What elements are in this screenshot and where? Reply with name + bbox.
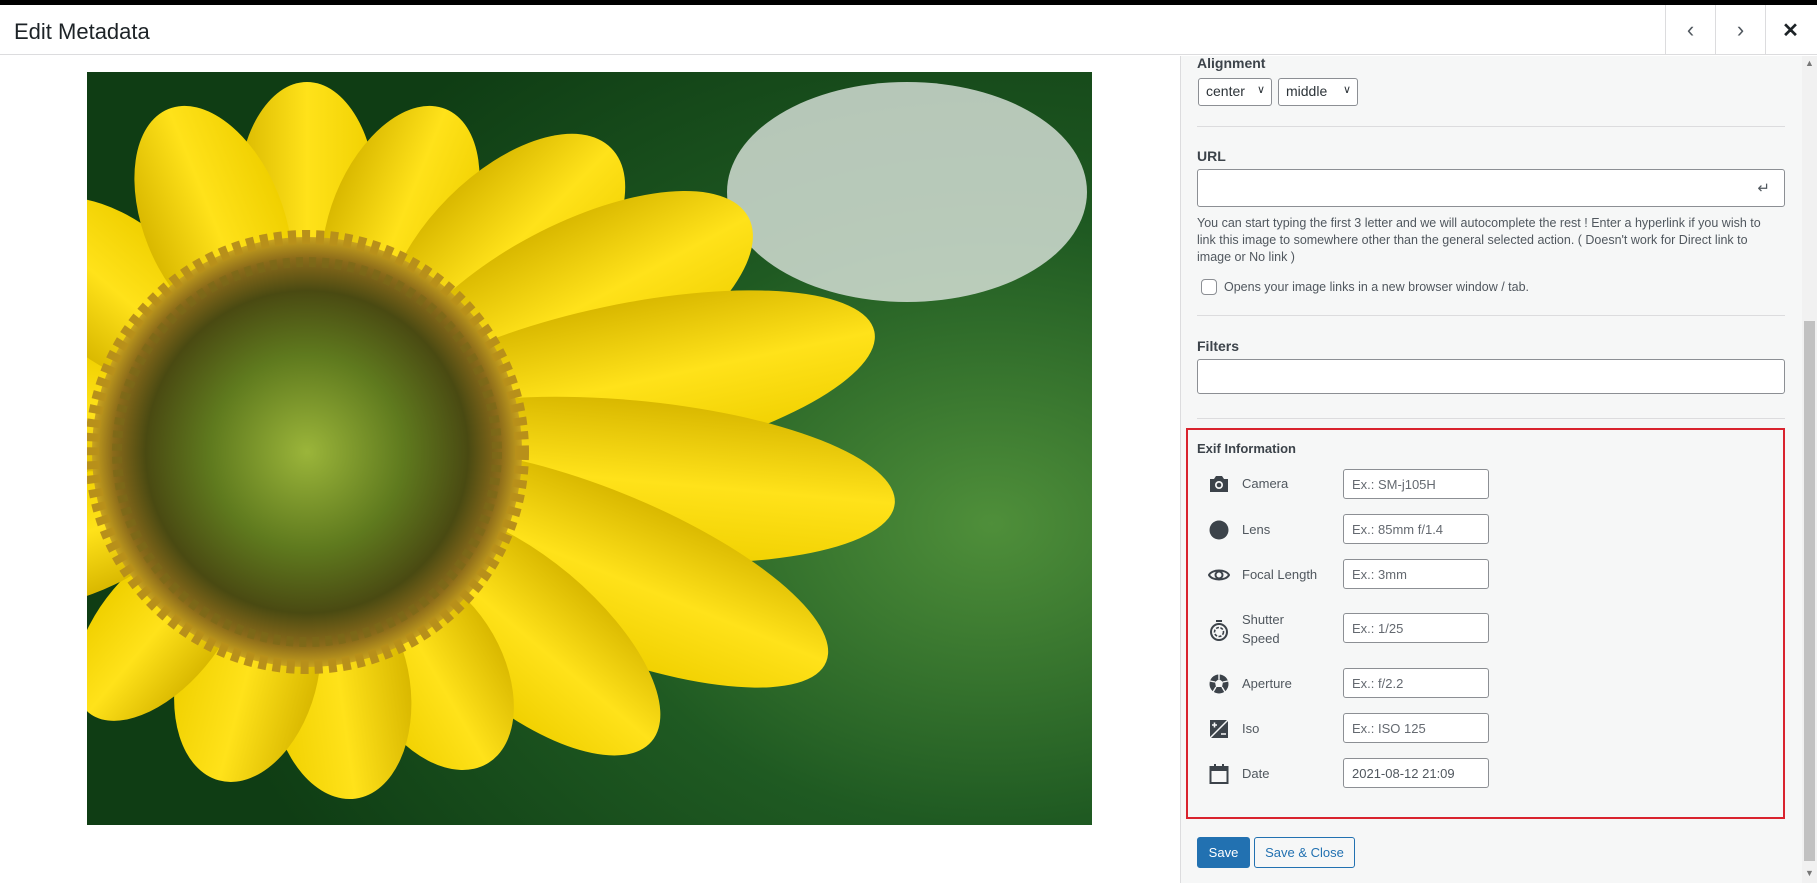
sunflower-image <box>87 72 1092 825</box>
exposure-icon <box>1209 719 1229 739</box>
aperture-input[interactable]: Ex.: f/2.2 <box>1343 668 1489 698</box>
url-input[interactable]: ↵ <box>1197 169 1785 207</box>
scroll-down-icon[interactable]: ▼ <box>1805 868 1814 878</box>
lens-icon <box>1209 520 1229 540</box>
scroll-up-icon[interactable]: ▲ <box>1805 58 1814 68</box>
chevron-right-icon: › <box>1736 17 1745 42</box>
date-label: Date <box>1242 766 1270 781</box>
iso-input[interactable]: Ex.: ISO 125 <box>1343 713 1489 743</box>
vertical-alignment-select[interactable]: middle ∨ <box>1278 78 1358 106</box>
scrollbar[interactable]: ▲ ▼ <box>1802 56 1817 883</box>
date-input[interactable]: 2021-08-12 21:09 <box>1343 758 1489 788</box>
camera-input[interactable]: Ex.: SM-j105H <box>1343 469 1489 499</box>
divider <box>1197 315 1785 316</box>
lens-placeholder: Ex.: 85mm f/1.4 <box>1352 521 1444 537</box>
enter-icon: ↵ <box>1757 180 1770 197</box>
divider <box>1197 126 1785 127</box>
aperture-icon <box>1209 674 1229 694</box>
stopwatch-icon <box>1210 620 1228 641</box>
save-and-close-button[interactable]: Save & Close <box>1254 837 1355 868</box>
chevron-down-icon: ∨ <box>1342 84 1351 96</box>
chevron-left-icon: ‹ <box>1686 17 1695 42</box>
horizontal-alignment-select[interactable]: center ∨ <box>1198 78 1272 106</box>
page-title: Edit Metadata <box>14 19 150 44</box>
aperture-placeholder: Ex.: f/2.2 <box>1352 675 1404 691</box>
alignment-label: Alignment <box>1197 55 1266 71</box>
image-preview <box>87 72 1092 825</box>
eye-icon <box>1208 569 1230 581</box>
new-window-label: Opens your image links in a new browser … <box>1224 280 1530 294</box>
focal-length-placeholder: Ex.: 3mm <box>1352 566 1407 582</box>
lens-label: Lens <box>1242 522 1271 537</box>
date-value: 2021-08-12 21:09 <box>1352 765 1455 781</box>
previous-button[interactable]: ‹ <box>1665 5 1715 55</box>
lens-input[interactable]: Ex.: 85mm f/1.4 <box>1343 514 1489 544</box>
camera-placeholder: Ex.: SM-j105H <box>1352 476 1436 492</box>
url-help-text: You can start typing the first 3 letter … <box>1197 216 1761 264</box>
shutter-speed-input[interactable]: Ex.: 1/25 <box>1343 613 1489 643</box>
divider <box>1197 418 1785 419</box>
focal-length-label: Focal Length <box>1242 567 1318 582</box>
exif-title: Exif Information <box>1197 441 1296 456</box>
iso-label: Iso <box>1242 721 1260 736</box>
shutter-speed-label-text: Shutter Speed <box>1242 612 1284 646</box>
iso-placeholder: Ex.: ISO 125 <box>1352 720 1426 736</box>
chevron-down-icon: ∨ <box>1256 84 1265 96</box>
calendar-icon <box>1209 764 1229 784</box>
filters-input[interactable] <box>1197 359 1785 394</box>
camera-icon <box>1210 476 1228 492</box>
vertical-alignment-value: middle <box>1286 83 1328 99</box>
shutter-speed-placeholder: Ex.: 1/25 <box>1352 620 1404 636</box>
new-window-checkbox[interactable] <box>1201 279 1217 295</box>
save-button[interactable]: Save <box>1197 837 1250 868</box>
next-button[interactable]: › <box>1715 5 1765 55</box>
camera-label: Camera <box>1242 476 1289 491</box>
url-label: URL <box>1197 148 1226 164</box>
close-icon: ✕ <box>1782 19 1799 42</box>
modal-header: Edit Metadata ‹ › ✕ <box>0 5 1817 55</box>
close-button[interactable]: ✕ <box>1765 5 1815 55</box>
scrollbar-thumb[interactable] <box>1804 321 1815 861</box>
shutter-speed-label: Shutter Speed <box>1242 610 1292 648</box>
focal-length-input[interactable]: Ex.: 3mm <box>1343 559 1489 589</box>
horizontal-alignment-value: center <box>1206 83 1245 99</box>
filters-label: Filters <box>1197 338 1240 354</box>
aperture-label: Aperture <box>1242 676 1292 691</box>
